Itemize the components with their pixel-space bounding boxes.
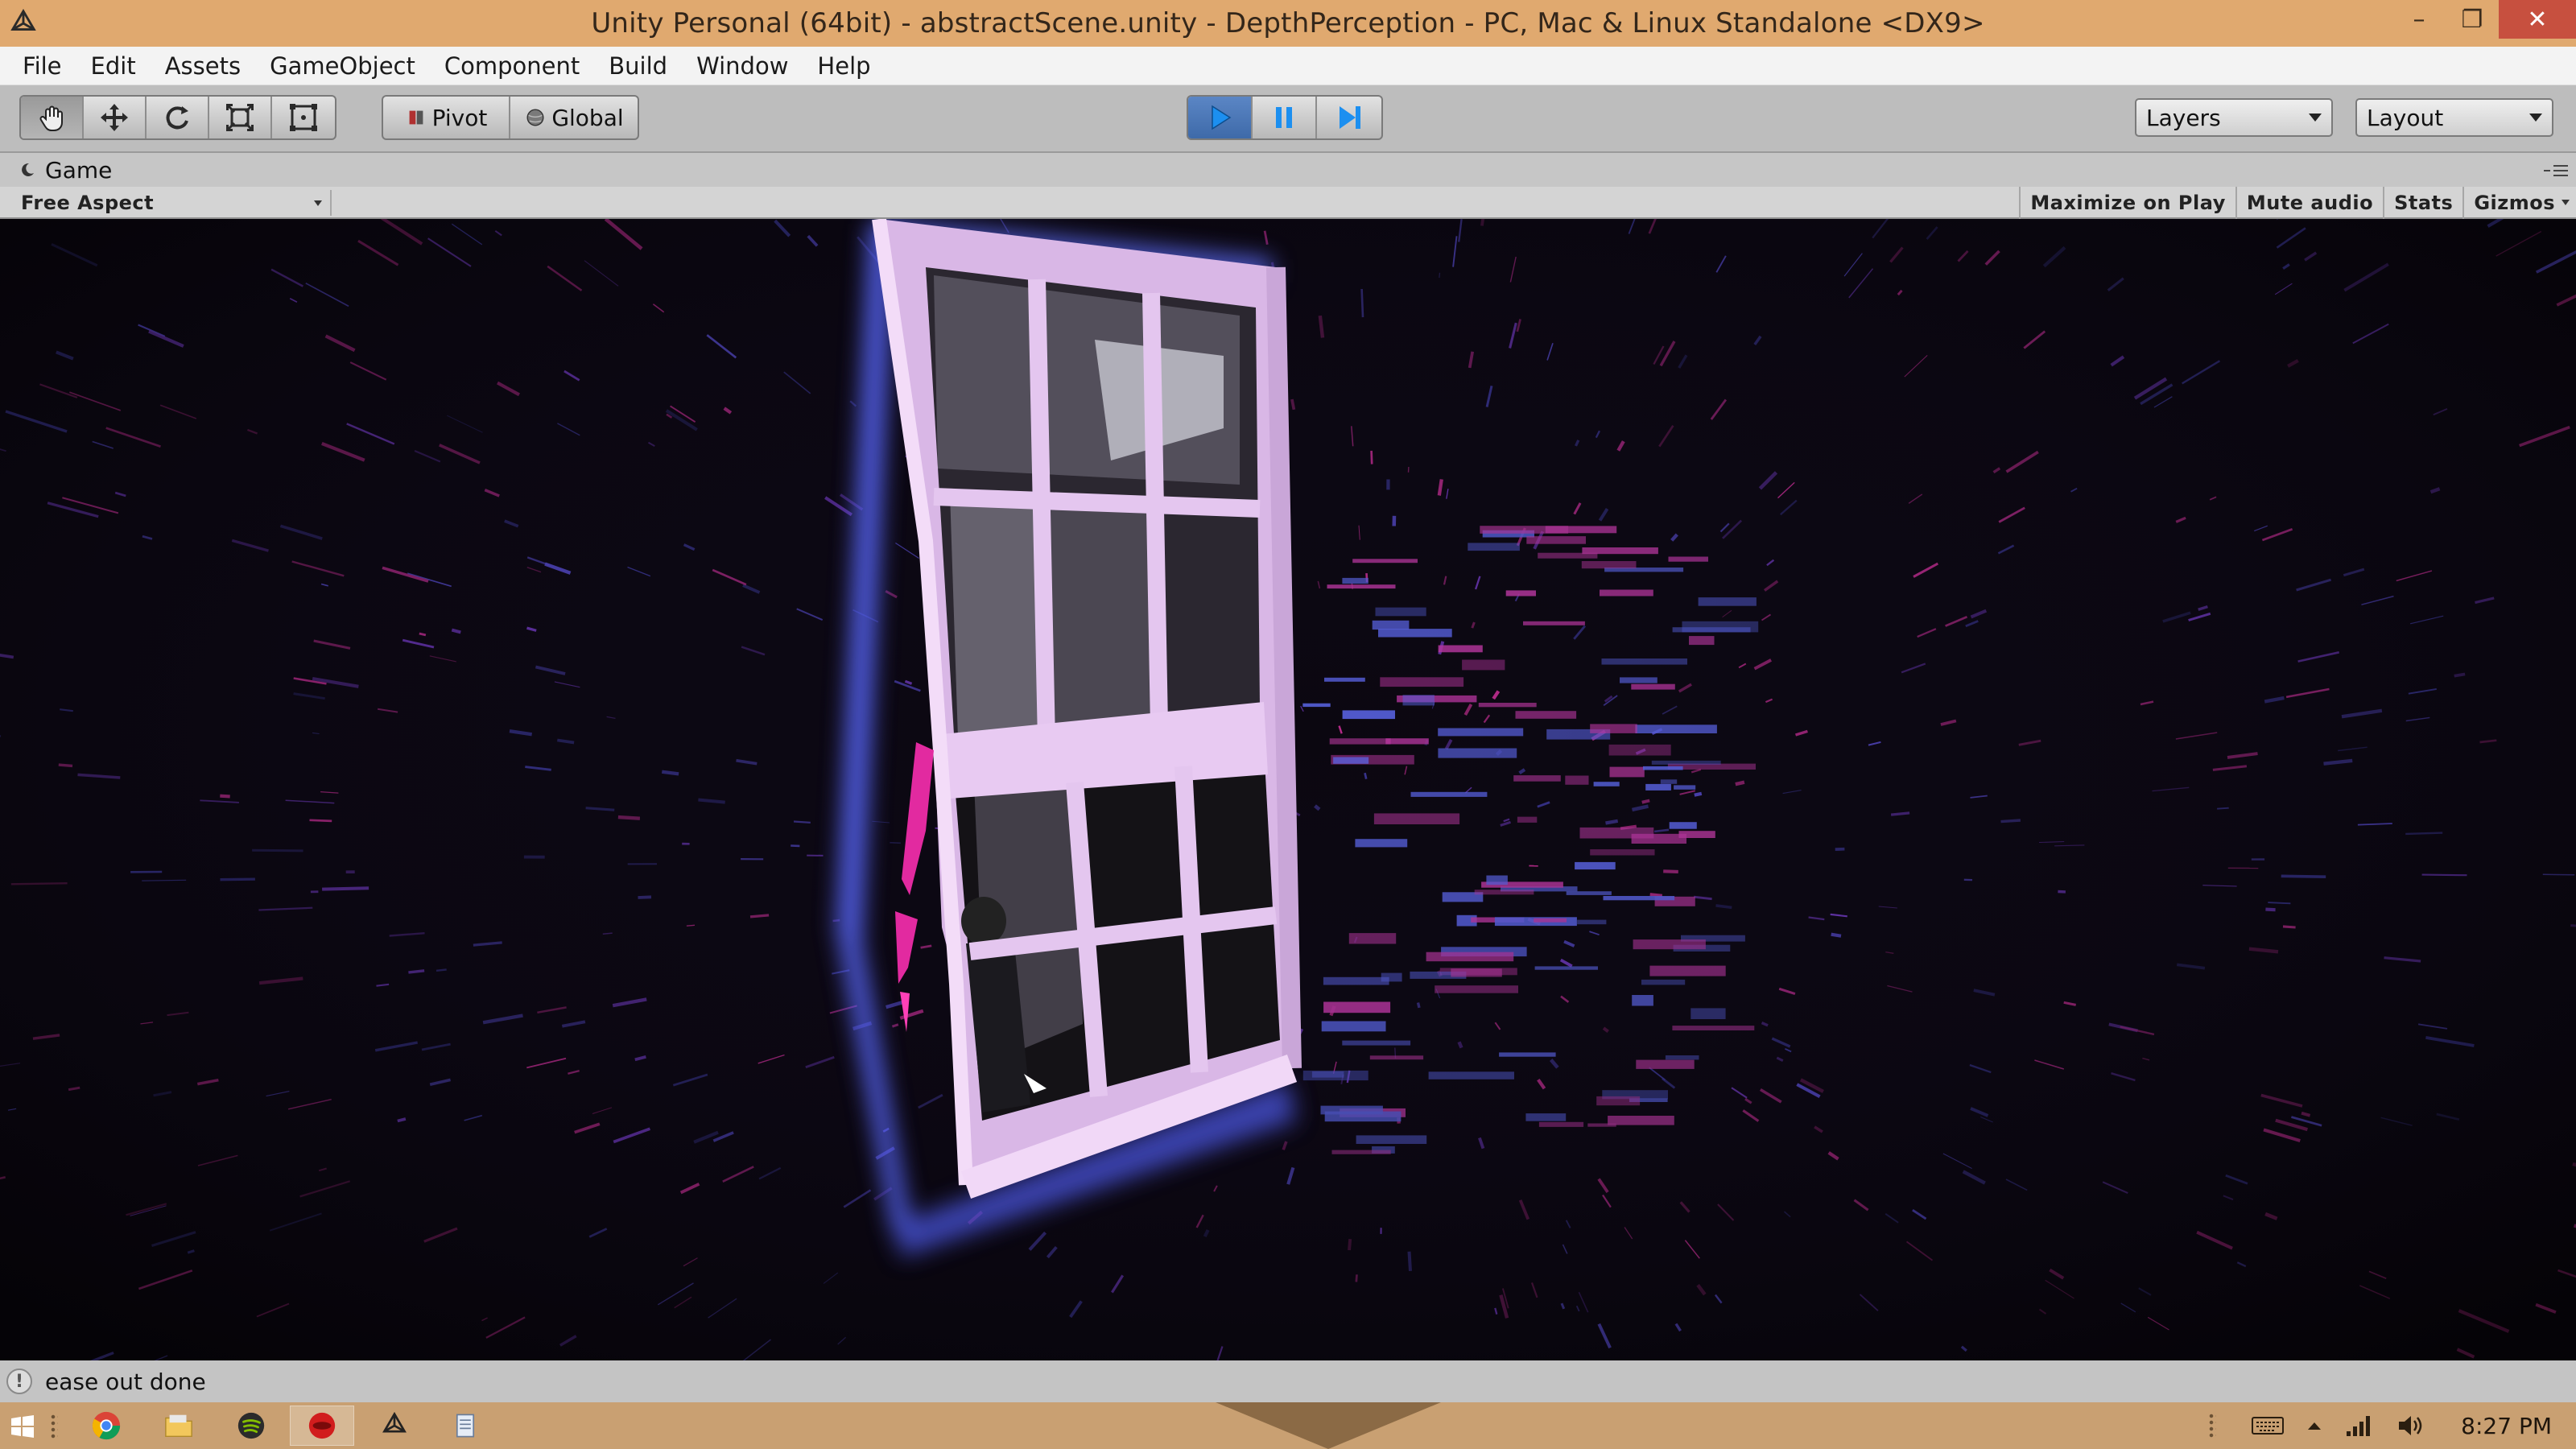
file-explorer-icon[interactable]: [147, 1406, 211, 1446]
chevron-down-icon: [2562, 200, 2570, 205]
maximize-on-play-toggle[interactable]: Maximize on Play: [2019, 187, 2235, 219]
rotate-tool-button[interactable]: [147, 97, 209, 138]
gizmos-dropdown[interactable]: Gizmos: [2462, 187, 2576, 219]
game-render: [0, 219, 2576, 1360]
red-app-icon[interactable]: [290, 1406, 354, 1446]
pause-button[interactable]: [1253, 97, 1317, 138]
pivot-toggle[interactable]: Pivot: [383, 97, 510, 138]
scale-icon: [225, 103, 254, 132]
taskbar-divider: [1216, 1402, 1441, 1449]
global-label: Global: [551, 104, 624, 131]
move-tool-button[interactable]: [84, 97, 147, 138]
windows-start-icon[interactable]: [11, 1415, 34, 1438]
rotate-icon: [166, 106, 188, 130]
menu-component[interactable]: Component: [430, 52, 594, 80]
aspect-dropdown[interactable]: Free Aspect: [10, 190, 332, 216]
play-icon: [1212, 105, 1232, 130]
chevron-down-icon: [2529, 114, 2542, 122]
menu-assets[interactable]: Assets: [151, 52, 255, 80]
rect-icon: [290, 104, 317, 131]
window-title-bar: Unity Personal (64bit) - abstractScene.u…: [0, 0, 2576, 47]
game-controller-icon: [22, 163, 34, 176]
signal-icon[interactable]: [2345, 1414, 2374, 1438]
menu-bar: File Edit Assets GameObject Component Bu…: [0, 47, 2576, 85]
transform-tools: [19, 95, 336, 140]
pivot-icon: [409, 110, 423, 125]
move-icon: [101, 104, 128, 131]
game-tab[interactable]: Game: [0, 153, 2576, 187]
chrome-icon[interactable]: [74, 1406, 138, 1446]
step-icon: [1340, 106, 1360, 129]
window-controls: – ❐ ✕: [2392, 0, 2576, 42]
stats-toggle[interactable]: Stats: [2383, 187, 2462, 219]
mute-audio-toggle[interactable]: Mute audio: [2235, 187, 2383, 219]
global-toggle[interactable]: Global: [510, 97, 638, 138]
menu-edit[interactable]: Edit: [76, 52, 151, 80]
hand-tool-button[interactable]: [21, 97, 84, 138]
scale-tool-button[interactable]: [209, 97, 272, 138]
layout-label: Layout: [2367, 104, 2444, 131]
status-message[interactable]: ease out done: [45, 1368, 206, 1395]
menu-build[interactable]: Build: [594, 52, 682, 80]
menu-help[interactable]: Help: [803, 52, 885, 80]
game-tab-title: Game: [45, 156, 113, 184]
main-toolbar: Pivot Global Layers Layout: [0, 85, 2576, 153]
pivot-label: Pivot: [431, 104, 488, 131]
rect-tool-button[interactable]: [272, 97, 335, 138]
close-icon[interactable]: ✕: [2499, 0, 2576, 39]
taskbar-grip: [50, 1414, 58, 1439]
unity-logo-icon[interactable]: [8, 8, 39, 39]
chevron-down-icon: [314, 200, 322, 206]
menu-file[interactable]: File: [8, 52, 76, 80]
tray-grip: [2208, 1413, 2217, 1439]
game-viewport[interactable]: [0, 219, 2576, 1360]
windows-taskbar: 8:27 PM: [0, 1402, 2576, 1449]
unity-icon[interactable]: [362, 1406, 427, 1446]
game-view-toolbar: Free Aspect Maximize on Play Mute audio …: [0, 187, 2576, 219]
layers-label: Layers: [2146, 104, 2221, 131]
layers-dropdown[interactable]: Layers: [2135, 98, 2333, 137]
gizmos-label: Gizmos: [2474, 192, 2555, 214]
menu-gameobject[interactable]: GameObject: [255, 52, 430, 80]
hand-icon: [39, 105, 63, 131]
play-button[interactable]: [1188, 97, 1253, 138]
playback-controls: [1187, 95, 1383, 140]
info-icon: !: [6, 1368, 32, 1394]
system-tray: 8:27 PM: [2208, 1402, 2576, 1449]
restore-icon[interactable]: ❐: [2446, 0, 2499, 39]
window-title: Unity Personal (64bit) - abstractScene.u…: [591, 7, 1985, 39]
pause-icon: [1276, 107, 1292, 128]
handle-toggles: Pivot Global: [382, 95, 639, 140]
minimize-icon[interactable]: –: [2392, 0, 2446, 39]
document-icon[interactable]: [433, 1406, 497, 1446]
speaker-icon[interactable]: [2396, 1414, 2425, 1438]
layout-dropdown[interactable]: Layout: [2355, 98, 2553, 137]
step-button[interactable]: [1317, 97, 1381, 138]
taskbar-clock[interactable]: 8:27 PM: [2461, 1413, 2552, 1439]
status-bar: ! ease out done: [0, 1360, 2576, 1402]
menu-window[interactable]: Window: [682, 52, 803, 80]
chevron-up-icon[interactable]: [2306, 1420, 2322, 1431]
chevron-down-icon: [2309, 114, 2322, 122]
spotify-icon[interactable]: [219, 1406, 283, 1446]
globe-icon: [526, 109, 544, 126]
keyboard-icon[interactable]: [2252, 1416, 2285, 1435]
aspect-label: Free Aspect: [21, 192, 155, 214]
panel-menu-icon[interactable]: [2544, 163, 2568, 179]
